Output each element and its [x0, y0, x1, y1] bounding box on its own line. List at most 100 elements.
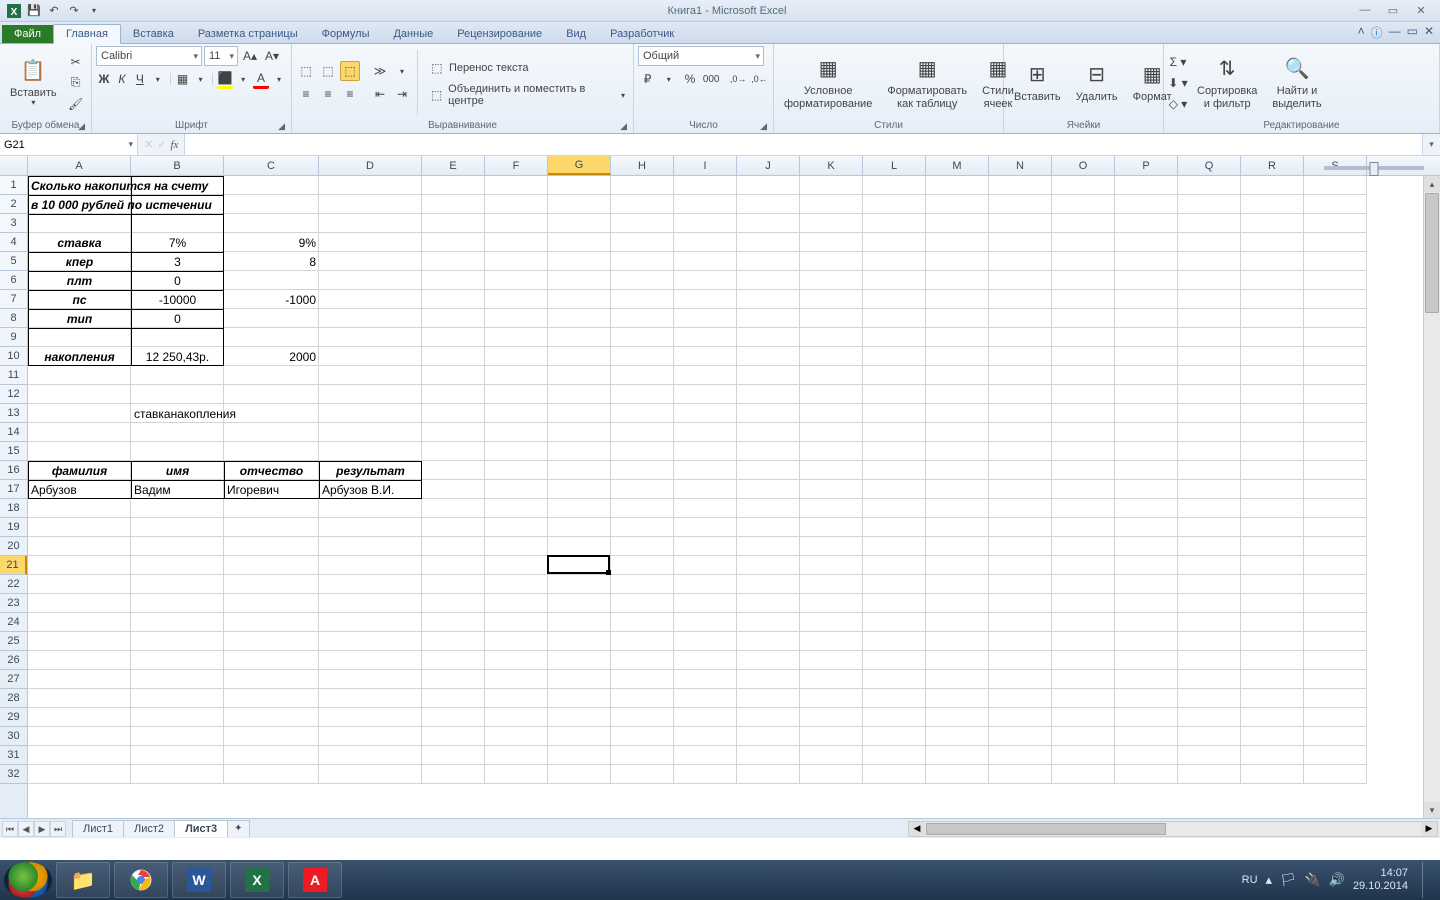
- cell-B6[interactable]: 0: [131, 271, 224, 290]
- horizontal-scrollbar[interactable]: ◀ ▶: [908, 821, 1438, 837]
- comma-format-icon[interactable]: 000: [702, 69, 721, 89]
- row-header-25[interactable]: 25: [0, 632, 27, 651]
- tray-network-icon[interactable]: 🔌: [1305, 872, 1321, 888]
- number-dialog-icon[interactable]: ◢: [760, 121, 767, 132]
- column-header-B[interactable]: B: [131, 156, 224, 175]
- cell-C10[interactable]: 2000: [224, 347, 319, 366]
- cell-A8[interactable]: тип: [28, 309, 131, 328]
- row-header-24[interactable]: 24: [0, 613, 27, 632]
- cell-B5[interactable]: 3: [131, 252, 224, 271]
- row-header-5[interactable]: 5: [0, 252, 27, 271]
- row-header-15[interactable]: 15: [0, 442, 27, 461]
- taskbar-excel[interactable]: X: [230, 862, 284, 898]
- format-painter-icon[interactable]: 🖌: [66, 94, 86, 114]
- column-header-K[interactable]: K: [800, 156, 863, 175]
- row-header-19[interactable]: 19: [0, 518, 27, 537]
- cell-A2[interactable]: в 10 000 рублей по истечении: [28, 195, 131, 214]
- cell-D16[interactable]: результат: [319, 461, 422, 480]
- sheet-nav-first-icon[interactable]: ⏮: [2, 821, 18, 837]
- row-header-30[interactable]: 30: [0, 727, 27, 746]
- column-header-J[interactable]: J: [737, 156, 800, 175]
- font-dialog-icon[interactable]: ◢: [278, 121, 285, 132]
- delete-cells-button[interactable]: ⊟Удалить: [1070, 59, 1124, 105]
- tab-data[interactable]: Данные: [381, 25, 445, 43]
- row-header-6[interactable]: 6: [0, 271, 27, 290]
- borders-icon[interactable]: ▦: [175, 69, 191, 89]
- save-icon[interactable]: 💾: [26, 3, 42, 19]
- enter-formula-icon[interactable]: ✓: [157, 138, 166, 151]
- cell-B17[interactable]: Вадим: [131, 480, 224, 499]
- align-middle-icon[interactable]: ⬚: [318, 61, 338, 81]
- taskbar-word[interactable]: W: [172, 862, 226, 898]
- underline-button[interactable]: Ч: [132, 69, 148, 89]
- hscroll-thumb[interactable]: [926, 823, 1166, 835]
- row-header-2[interactable]: 2: [0, 195, 27, 214]
- tab-review[interactable]: Рецензирование: [445, 25, 554, 43]
- accounting-format-icon[interactable]: ₽: [638, 69, 657, 89]
- scroll-up-icon[interactable]: ▴: [1424, 176, 1440, 192]
- doc-restore-icon[interactable]: ▭: [1407, 24, 1418, 41]
- row-header-22[interactable]: 22: [0, 575, 27, 594]
- cell-C17[interactable]: Игоревич: [224, 480, 319, 499]
- number-format-combo[interactable]: Общий: [638, 46, 764, 66]
- decrease-indent-icon[interactable]: ⇤: [370, 84, 390, 104]
- column-header-M[interactable]: M: [926, 156, 989, 175]
- cell-A7[interactable]: пс: [28, 290, 131, 309]
- accounting-more-icon[interactable]: ▾: [659, 69, 678, 89]
- sort-filter-button[interactable]: ⇅Сортировка и фильтр: [1191, 53, 1263, 111]
- row-header-9[interactable]: 9: [0, 328, 27, 347]
- row-header-16[interactable]: 16: [0, 461, 27, 480]
- column-header-L[interactable]: L: [863, 156, 926, 175]
- taskbar-explorer[interactable]: 📁: [56, 862, 110, 898]
- file-tab[interactable]: Файл: [2, 25, 53, 43]
- column-header-N[interactable]: N: [989, 156, 1052, 175]
- row-header-11[interactable]: 11: [0, 366, 27, 385]
- row-header-32[interactable]: 32: [0, 765, 27, 784]
- row-header-28[interactable]: 28: [0, 689, 27, 708]
- ribbon-minimize-icon[interactable]: ˄: [1358, 24, 1365, 41]
- find-select-button[interactable]: 🔍Найти и выделить: [1266, 53, 1327, 111]
- sheet-nav-next-icon[interactable]: ▶: [34, 821, 50, 837]
- row-header-13[interactable]: 13: [0, 404, 27, 423]
- name-box[interactable]: G21: [0, 134, 138, 155]
- tab-view[interactable]: Вид: [554, 25, 598, 43]
- italic-button[interactable]: К: [114, 69, 130, 89]
- copy-icon[interactable]: ⎘: [66, 73, 86, 93]
- row-header-31[interactable]: 31: [0, 746, 27, 765]
- tray-show-hidden-icon[interactable]: ▴: [1266, 872, 1273, 888]
- doc-minimize-icon[interactable]: —: [1389, 24, 1401, 41]
- alignment-dialog-icon[interactable]: ◢: [620, 121, 627, 132]
- sheet-tab-Лист3[interactable]: Лист3: [174, 820, 228, 837]
- zoom-slider[interactable]: [1324, 166, 1424, 170]
- row-header-20[interactable]: 20: [0, 537, 27, 556]
- qat-customize-icon[interactable]: ▾: [86, 3, 102, 19]
- tray-lang[interactable]: RU: [1242, 874, 1258, 886]
- column-header-H[interactable]: H: [611, 156, 674, 175]
- column-header-O[interactable]: O: [1052, 156, 1115, 175]
- borders-more-icon[interactable]: ▾: [192, 69, 208, 89]
- fill-color-icon[interactable]: ⬛: [217, 69, 233, 89]
- cell-C16[interactable]: отчество: [224, 461, 319, 480]
- tab-insert[interactable]: Вставка: [121, 25, 186, 43]
- row-header-26[interactable]: 26: [0, 651, 27, 670]
- minimize-button[interactable]: —: [1354, 4, 1376, 17]
- tab-page-layout[interactable]: Разметка страницы: [186, 25, 310, 43]
- sheet-nav-last-icon[interactable]: ⏭: [50, 821, 66, 837]
- cell-C4[interactable]: 9%: [224, 233, 319, 252]
- sheet-nav-prev-icon[interactable]: ◀: [18, 821, 34, 837]
- cell-A1[interactable]: Сколько накопится на счету: [28, 176, 131, 195]
- increase-indent-icon[interactable]: ⇥: [392, 84, 412, 104]
- cell-A5[interactable]: кпер: [28, 252, 131, 271]
- formula-bar-expand-icon[interactable]: ▾: [1422, 134, 1440, 155]
- cell-A6[interactable]: плт: [28, 271, 131, 290]
- row-header-27[interactable]: 27: [0, 670, 27, 689]
- font-size-combo[interactable]: 11: [204, 46, 238, 66]
- row-header-14[interactable]: 14: [0, 423, 27, 442]
- start-button[interactable]: [4, 862, 52, 898]
- taskbar-chrome[interactable]: [114, 862, 168, 898]
- vscroll-thumb[interactable]: [1425, 193, 1439, 313]
- fill-more-icon[interactable]: ▾: [235, 69, 251, 89]
- align-top-icon[interactable]: ⬚: [296, 61, 316, 81]
- cell-B7[interactable]: -10000: [131, 290, 224, 309]
- scroll-down-icon[interactable]: ▾: [1424, 802, 1440, 818]
